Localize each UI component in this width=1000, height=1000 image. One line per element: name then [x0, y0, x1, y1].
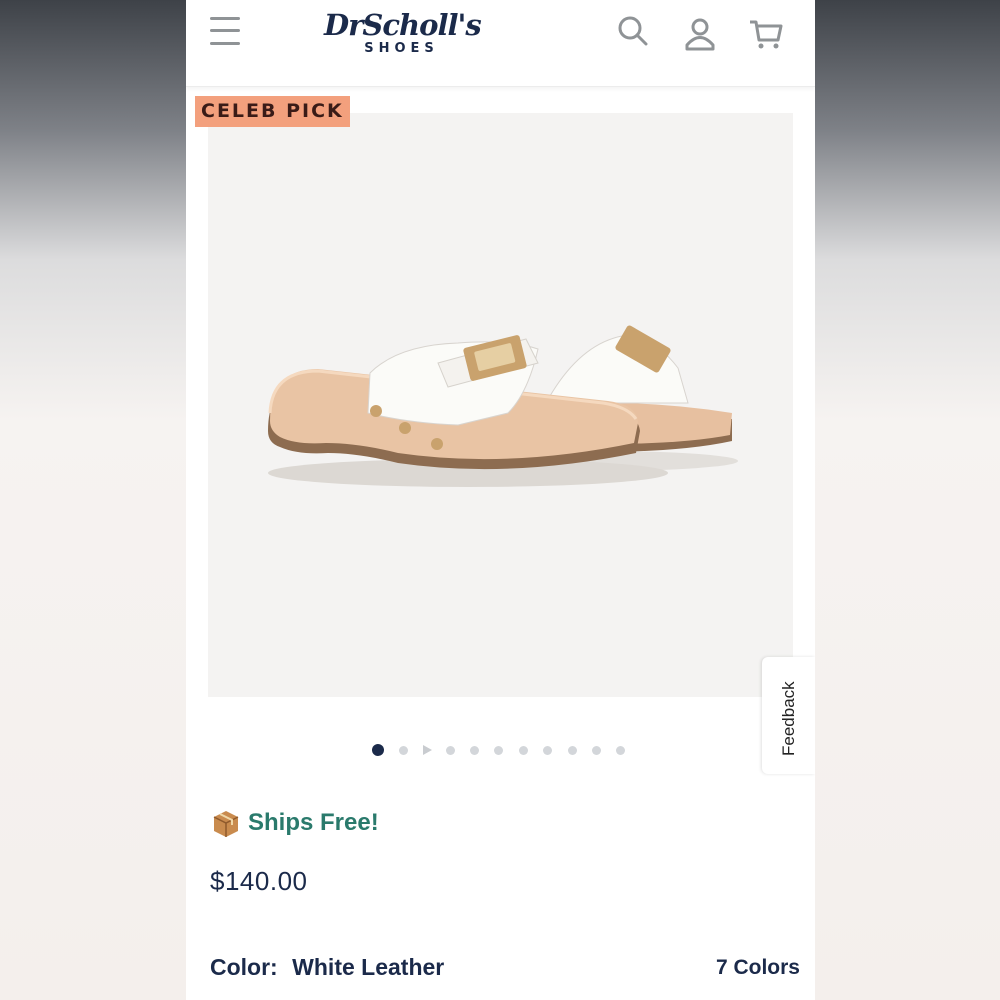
gallery-dot[interactable]	[494, 746, 503, 755]
site-header: DrScholl's SHOES	[186, 0, 815, 87]
account-icon[interactable]	[680, 12, 720, 52]
brand-logo[interactable]: DrScholl's SHOES	[324, 8, 482, 62]
gallery-dot[interactable]	[446, 746, 455, 755]
sandal-image	[268, 325, 738, 487]
product-price: $140.00	[210, 866, 308, 896]
celeb-pick-badge: CELEB PICK	[195, 96, 350, 127]
package-icon	[213, 811, 239, 837]
menu-icon[interactable]	[208, 14, 242, 48]
cart-icon[interactable]	[746, 12, 786, 52]
colors-count-link[interactable]: 7 Colors	[716, 956, 800, 980]
gallery-dot[interactable]	[568, 746, 577, 755]
mobile-page: DrScholl's SHOES CELEB PICK Feedback Shi…	[186, 0, 815, 1000]
ships-free-text: Ships Free!	[248, 809, 379, 836]
color-value: White Leather	[292, 954, 445, 980]
video-play-icon[interactable]	[423, 745, 432, 755]
gallery-dot[interactable]	[543, 746, 552, 755]
gallery-dot[interactable]	[519, 746, 528, 755]
color-label: Color:	[210, 954, 278, 980]
search-icon[interactable]	[614, 12, 654, 52]
gallery-dot[interactable]	[616, 746, 625, 755]
gallery-dot[interactable]	[470, 746, 479, 755]
color-selector-row: Color: White Leather 7 Colors	[210, 954, 800, 986]
gallery-dot[interactable]	[592, 746, 601, 755]
feedback-tab[interactable]: Feedback	[762, 657, 815, 774]
background-right	[815, 0, 1000, 1000]
shipping-info: Ships Free!	[210, 806, 379, 840]
gallery-dot-active[interactable]	[372, 744, 384, 756]
background-left	[0, 0, 186, 1000]
brand-sub: SHOES	[364, 41, 439, 56]
brand-name: DrScholl's	[324, 8, 482, 42]
gallery-dot[interactable]	[399, 746, 408, 755]
feedback-label: Feedback	[779, 681, 798, 756]
product-image[interactable]	[208, 113, 793, 697]
